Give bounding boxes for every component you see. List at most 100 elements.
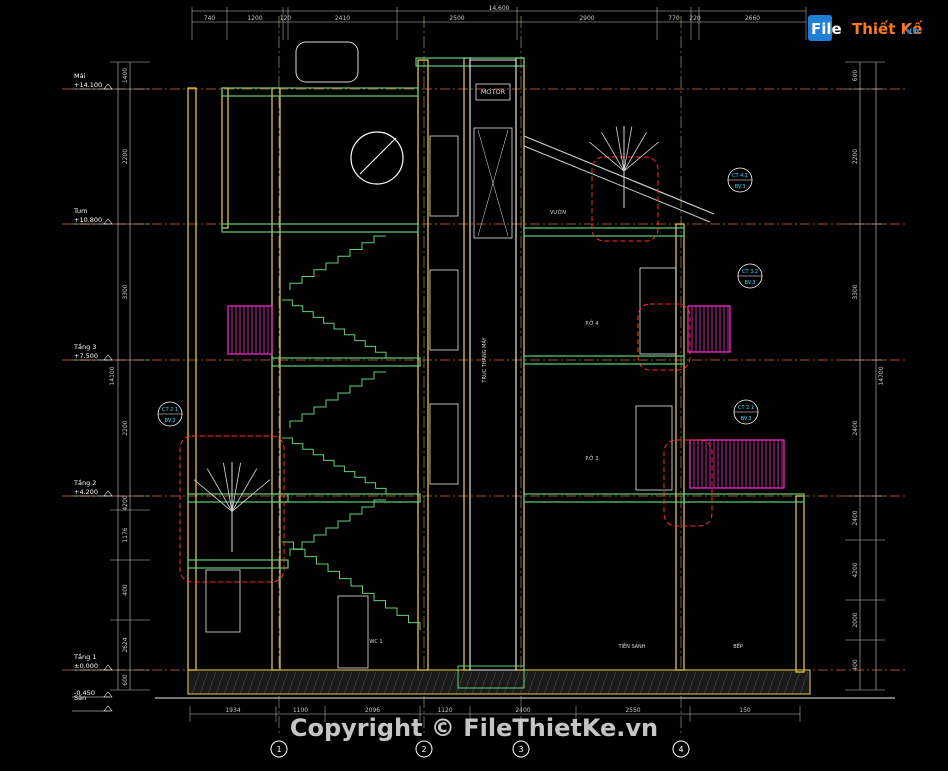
door-opening: [337, 595, 369, 669]
callout-ref: BV.3: [165, 418, 176, 424]
room-label-shaft: TRỤC THANG MÁY: [481, 337, 488, 384]
right-dim-value: 600: [852, 70, 859, 82]
top-dim-value: 740: [204, 15, 216, 22]
axis-bubble: 3: [512, 740, 530, 758]
balcony-railing: [689, 439, 785, 489]
detail-callout: CT 4.1 BV.3: [727, 167, 753, 193]
room-label-wc: WC 1: [369, 639, 382, 645]
left-dim-value: 2624: [122, 637, 129, 652]
door-opening: [429, 403, 459, 485]
level-marker: Tum+10.800: [72, 207, 113, 225]
balcony-railing: [227, 305, 273, 355]
wall: [463, 57, 471, 671]
floor-slab: [271, 357, 421, 367]
round-window: [350, 131, 404, 185]
floor-slab: [523, 227, 685, 237]
stair-flight: [282, 299, 387, 358]
level-elevation: +4.200: [74, 488, 98, 496]
level-triangle: [103, 490, 113, 497]
top-dim-value: 2900: [579, 15, 594, 22]
bottom-dim-value: 2550: [625, 707, 640, 714]
detail-outline: [663, 439, 713, 527]
top-dim-value: 2410: [335, 15, 350, 22]
left-dim-value: 1176: [122, 527, 129, 542]
axis-label: 3: [518, 745, 523, 754]
left-dim-value: 600: [122, 674, 129, 686]
detail-callout: CT 3.2 BV.3: [737, 263, 763, 289]
sloped-roof: [523, 135, 715, 215]
level-name: Tầng 2: [73, 479, 96, 487]
room-label-tien-sanh: TIỀN SẢNH: [617, 642, 645, 650]
top-dim-value: 770: [668, 15, 680, 22]
stair-flight: [282, 437, 387, 494]
level-marker: Mái+14.100: [72, 72, 113, 90]
left-dim-value: 2200: [122, 420, 129, 435]
door-opening: [635, 405, 673, 491]
callout-code: CT 2.1: [162, 407, 178, 413]
right-dim-value: 2400: [852, 420, 859, 435]
wall: [221, 87, 229, 229]
room-label-motor: MOTOR: [481, 88, 506, 96]
water-tank: [295, 41, 359, 83]
level-elevation: +7.500: [74, 352, 98, 360]
wall: [795, 495, 805, 673]
axis-label: 1: [276, 745, 281, 754]
floor-slab: [221, 223, 419, 233]
left-dim-value: 1400: [122, 68, 129, 83]
right-dim-value: 4200: [852, 562, 859, 577]
right-dim-value: 2200: [852, 149, 859, 164]
floor-slab: [271, 493, 421, 503]
callout-ref: BV.3: [741, 416, 752, 422]
right-dim-value: 400: [852, 659, 859, 671]
callout-code: CT 3.2: [742, 269, 758, 275]
balcony-railing: [687, 305, 731, 353]
wall: [515, 57, 525, 671]
callout-code: CT 2.1: [738, 405, 754, 411]
overall-dim-text: 14,600: [489, 5, 510, 12]
tree-symbol: [193, 462, 271, 552]
round-window-bar: [359, 137, 397, 175]
floor-slab: [523, 493, 685, 503]
level-triangle: [103, 354, 113, 361]
stair-flight: [289, 499, 386, 556]
door-opening: [205, 569, 241, 633]
axis-bubble: 1: [270, 740, 288, 758]
right-dim-value: 2400: [852, 510, 859, 525]
right-dim-value: 3300: [852, 284, 859, 299]
right-dim-value: 2000: [852, 612, 859, 627]
top-dim-value: 220: [689, 15, 701, 22]
detail-callout: CT 2.1 BV.3: [733, 399, 759, 425]
axis-label: 4: [678, 745, 683, 754]
top-dim-value: 2660: [745, 15, 760, 22]
brand-tld-text: .vn: [902, 26, 919, 37]
level-triangle: [103, 705, 113, 712]
level-name: Sân: [74, 694, 86, 702]
stair-flight: [289, 371, 386, 428]
level-triangle: [103, 83, 113, 90]
bottom-dim-value: 1100: [293, 707, 308, 714]
callout-ref: BV.3: [735, 184, 746, 190]
copyright-watermark: Copyright © FileThietKe.vn: [290, 714, 658, 742]
level-triangle: [103, 218, 113, 225]
callout-ref: BV.3: [745, 280, 756, 286]
stair-flight: [289, 235, 386, 290]
elevator-shaft: [469, 59, 517, 671]
brand-logo: File Thiết Kế .vn: [808, 15, 923, 41]
level-name: Tầng 3: [73, 343, 96, 351]
wall: [675, 223, 685, 671]
axis-bubble: 4: [672, 740, 690, 758]
section-drawing: 14,600 740 1200 120 2410 2500 2900 770 220 2660 19…: [62, 5, 923, 758]
level-name: Tum: [73, 207, 87, 215]
level-triangle: [103, 691, 113, 698]
brand-file-text: File: [811, 20, 842, 38]
level-name: Tầng 1: [73, 653, 96, 661]
door-opening: [429, 269, 459, 351]
dimension-lines: 14,600 740 1200 120 2410 2500 2900 770 220 2660 19…: [109, 5, 885, 722]
door-opening: [429, 135, 459, 217]
left-dim-value: 2200: [122, 149, 129, 164]
top-dim-value: 1200: [247, 15, 262, 22]
left-dim-value: 400: [122, 584, 129, 596]
level-elevation: +14.100: [74, 81, 102, 89]
grid-lines: [278, 16, 682, 735]
room-label-bep: BẾP: [733, 642, 743, 650]
